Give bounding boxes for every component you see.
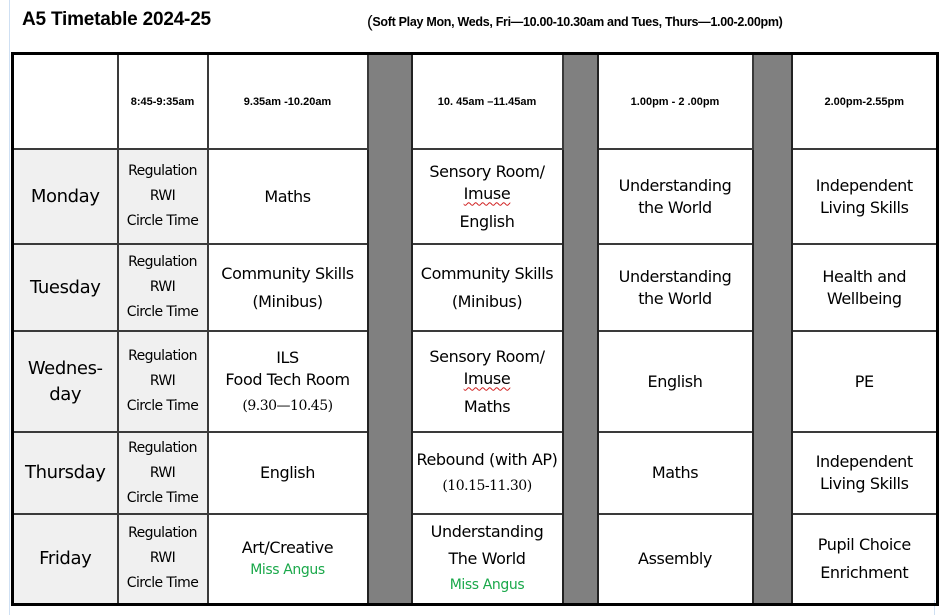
lesson-cell: Pupil Choice Enrichment xyxy=(790,513,939,605)
lesson-cell: Rebound (with AP) (10.15-11.30) xyxy=(410,431,564,515)
teacher-name: Miss Angus xyxy=(250,561,325,578)
break-column-morning xyxy=(366,52,413,605)
table-row: Monday Regulation RWI Circle Time Maths … xyxy=(11,148,939,245)
lesson-cell: Community Skills (Minibus) xyxy=(206,243,369,332)
lesson-cell: Understanding the World xyxy=(596,243,754,332)
lesson-cell: Maths xyxy=(596,431,754,515)
spellcheck-underline: Imuse xyxy=(463,183,511,203)
registration-cell: Regulation RWI Circle Time xyxy=(116,243,209,332)
table-row: Tuesday Regulation RWI Circle Time Commu… xyxy=(11,243,939,332)
lesson-cell: Assembly xyxy=(596,513,754,605)
break-column-afternoon xyxy=(751,52,793,605)
soft-play-note: (Soft Play Mon, Weds, Fri—10.00-10.30am … xyxy=(367,12,783,31)
day-cell: Monday xyxy=(11,148,119,245)
day-cell: Thursday xyxy=(11,431,119,515)
header-period-2: 9.35am -10.20am xyxy=(206,52,369,150)
table-row: Wednes- day Regulation RWI Circle Time I… xyxy=(11,330,939,433)
header-period-1: 8:45-9:35am xyxy=(116,52,209,150)
lesson-cell: Independent Living Skills xyxy=(790,431,939,515)
registration-cell: Regulation RWI Circle Time xyxy=(116,330,209,433)
timetable: 8:45-9:35am 9.35am -10.20am 10. 45am –11… xyxy=(11,52,939,606)
page-margin-guide xyxy=(9,0,10,615)
registration-cell: Regulation RWI Circle Time xyxy=(116,513,209,605)
header-period-3: 10. 45am –11.45am xyxy=(410,52,564,150)
lesson-cell: ILS Food Tech Room (9.30—10.45) xyxy=(206,330,369,433)
day-cell: Friday xyxy=(11,513,119,605)
lesson-cell: Community Skills (Minibus) xyxy=(410,243,564,332)
lesson-cell: English xyxy=(596,330,754,433)
lesson-cell: English xyxy=(206,431,369,515)
day-cell: Wednes- day xyxy=(11,330,119,433)
teacher-name: Miss Angus xyxy=(449,577,525,594)
page-title: A5 Timetable 2024-25 xyxy=(22,9,211,30)
header-period-4: 1.00pm - 2 .00pm xyxy=(596,52,754,150)
header-period-5: 2.00pm-2.55pm xyxy=(790,52,939,150)
registration-cell: Regulation RWI Circle Time xyxy=(116,148,209,245)
lesson-cell: Independent Living Skills xyxy=(790,148,939,245)
corner-cell xyxy=(11,52,119,150)
registration-cell: Regulation RWI Circle Time xyxy=(116,431,209,515)
lesson-cell: Maths xyxy=(206,148,369,245)
lesson-cell: Health and Wellbeing xyxy=(790,243,939,332)
lesson-cell: Understanding the World xyxy=(596,148,754,245)
spellcheck-underline: Imuse xyxy=(463,368,511,388)
lesson-cell: Sensory Room/ Imuse English xyxy=(410,148,564,245)
header-row: 8:45-9:35am 9.35am -10.20am 10. 45am –11… xyxy=(11,52,939,605)
lesson-cell: Art/Creative Miss Angus xyxy=(206,513,369,605)
lesson-cell: Understanding The World Miss Angus xyxy=(410,513,564,605)
lesson-cell: PE xyxy=(790,330,939,433)
lesson-cell: Sensory Room/ Imuse Maths xyxy=(410,330,564,433)
table-row: Friday Regulation RWI Circle Time Art/Cr… xyxy=(11,513,939,605)
table-row: Thursday Regulation RWI Circle Time Engl… xyxy=(11,431,939,515)
day-cell: Tuesday xyxy=(11,243,119,332)
break-column-lunch xyxy=(561,52,599,605)
